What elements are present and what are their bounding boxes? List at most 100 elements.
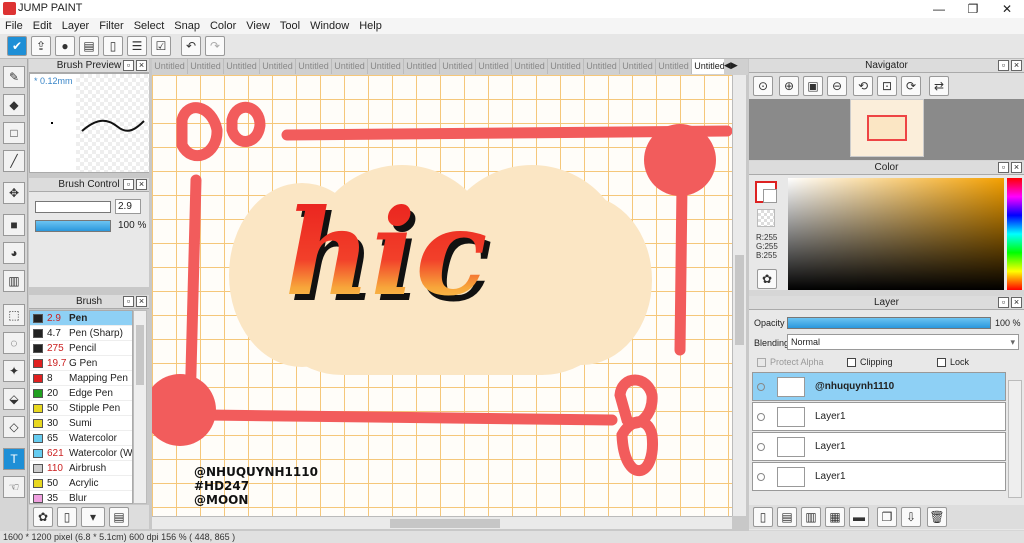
document-tab[interactable]: Untitled — [584, 59, 620, 74]
gradient-tool-icon[interactable]: ▥ — [3, 270, 25, 292]
document-tab[interactable]: Untitled — [440, 59, 476, 74]
document-tab[interactable]: Untitled — [692, 59, 728, 74]
eraser-tool-icon[interactable]: ◆ — [3, 94, 25, 116]
brush-size-input[interactable]: 2.9 — [115, 199, 141, 214]
brush-settings-icon[interactable]: ✿ — [33, 507, 53, 527]
panel-close-icon[interactable]: × — [136, 296, 147, 307]
document-tab[interactable]: Untitled — [512, 59, 548, 74]
flip-icon[interactable]: ⇄ — [929, 76, 949, 96]
rotate-left-icon[interactable]: ⟲ — [853, 76, 873, 96]
layer-row[interactable]: Layer1 — [752, 432, 1006, 461]
panel-close-icon[interactable]: × — [1011, 297, 1022, 308]
float-icon[interactable]: ▫ — [998, 297, 1009, 308]
menu-help[interactable]: Help — [354, 18, 387, 34]
visibility-icon[interactable] — [757, 443, 765, 451]
float-icon[interactable]: ▫ — [998, 162, 1009, 173]
saturation-value-picker[interactable] — [788, 178, 1004, 290]
new-layer-8bit-icon[interactable]: ▤ — [777, 507, 797, 527]
brush-item[interactable]: 110 Airbrush — [30, 461, 132, 476]
brush-item[interactable]: 621 Watercolor (We — [30, 446, 132, 461]
panel-close-icon[interactable]: × — [136, 179, 147, 190]
brush-item[interactable]: 19.7 G Pen — [30, 356, 132, 371]
canvas-vertical-scrollbar[interactable] — [732, 75, 746, 516]
panel-close-icon[interactable]: × — [1011, 162, 1022, 173]
panel-close-icon[interactable]: × — [136, 60, 147, 71]
minimize-button[interactable]: — — [922, 0, 956, 18]
magic-wand-tool-icon[interactable]: ✦ — [3, 360, 25, 382]
rect-select-tool-icon[interactable]: ⬚ — [3, 304, 25, 326]
menu-color[interactable]: Color — [205, 18, 241, 34]
layer-opacity-slider[interactable] — [787, 317, 991, 329]
panel-close-icon[interactable]: × — [1011, 60, 1022, 71]
fill-rect-tool-icon[interactable]: ■ — [3, 214, 25, 236]
brush-item[interactable]: 50 Acrylic — [30, 476, 132, 491]
document-tab[interactable]: Untitled — [188, 59, 224, 74]
document-tab[interactable]: Untitled — [260, 59, 296, 74]
new-brush-icon[interactable]: ▯ — [57, 507, 77, 527]
document-tab[interactable]: Untitled — [224, 59, 260, 74]
transparent-swatch[interactable] — [757, 209, 775, 227]
tab-right-icon[interactable]: ▶ — [731, 60, 738, 70]
move-tool-icon[interactable]: ✥ — [3, 182, 25, 204]
menu-snap[interactable]: Snap — [169, 18, 205, 34]
brush-opacity-slider[interactable] — [35, 220, 111, 232]
canvas-horizontal-scrollbar[interactable] — [152, 516, 732, 529]
blending-select[interactable]: Normal ▾ — [787, 334, 1019, 350]
visibility-icon[interactable] — [757, 473, 765, 481]
layer-row[interactable]: Layer1 — [752, 462, 1006, 491]
protect-alpha-checkbox[interactable] — [757, 358, 766, 367]
document-tab[interactable]: Untitled — [152, 59, 188, 74]
visibility-icon[interactable] — [757, 383, 765, 391]
text-tool-icon[interactable]: T — [3, 448, 25, 470]
color-picker-icon[interactable]: ✿ — [757, 269, 777, 289]
navigator-view[interactable] — [749, 99, 1024, 160]
zoom-in-icon[interactable]: ⊕ — [779, 76, 799, 96]
brush-item[interactable]: 35 Blur — [30, 491, 132, 503]
document-tab[interactable]: Untitled — [368, 59, 404, 74]
message-icon[interactable]: ▤ — [79, 36, 99, 56]
bucket-tool-icon[interactable]: ◕ — [3, 242, 25, 264]
hand-tool-icon[interactable]: ☜ — [3, 476, 25, 498]
new-halftone-layer-icon[interactable]: ▦ — [825, 507, 845, 527]
brush-item[interactable]: 4.7 Pen (Sharp) — [30, 326, 132, 341]
lasso-tool-icon[interactable]: ◌ — [3, 332, 25, 354]
document-tab[interactable]: Untitled — [332, 59, 368, 74]
undo-icon[interactable]: ↶ — [181, 36, 201, 56]
rotate-right-icon[interactable]: ⟳ — [901, 76, 921, 96]
brush-item[interactable]: 30 Sumi — [30, 416, 132, 431]
shape-tool-icon[interactable]: □ — [3, 122, 25, 144]
hue-slider[interactable] — [1007, 178, 1022, 290]
brush-item[interactable]: 8 Mapping Pen — [30, 371, 132, 386]
document-tab[interactable]: Untitled — [296, 59, 332, 74]
new-folder-icon[interactable]: ▬ — [849, 507, 869, 527]
delete-layer-icon[interactable]: 🗑 — [927, 507, 947, 527]
export-icon[interactable]: ⇪ — [31, 36, 51, 56]
drawing-canvas[interactable]: hic hic @NHUQUYNH1110 #HD247 @MOON — [152, 75, 732, 516]
page-icon[interactable]: ▯ — [103, 36, 123, 56]
brush-list-scrollbar[interactable] — [133, 310, 147, 504]
select-eraser-tool-icon[interactable]: ◇ — [3, 416, 25, 438]
zoom-actual-icon[interactable]: ▣ — [803, 76, 823, 96]
zoom-out-icon[interactable]: ⊖ — [827, 76, 847, 96]
duplicate-layer-icon[interactable]: ❐ — [877, 507, 897, 527]
menu-select[interactable]: Select — [129, 18, 170, 34]
document-tab[interactable]: Untitled — [476, 59, 512, 74]
float-icon[interactable]: ▫ — [123, 60, 134, 71]
menu-edit[interactable]: Edit — [28, 18, 57, 34]
brush-item[interactable]: 65 Watercolor — [30, 431, 132, 446]
clipping-checkbox[interactable] — [847, 358, 856, 367]
menu-window[interactable]: Window — [305, 18, 354, 34]
brush-copy-icon[interactable]: ▤ — [109, 507, 129, 527]
brush-size-slider[interactable] — [35, 201, 111, 213]
brush-tool-icon[interactable]: ✎ — [3, 66, 25, 88]
select-pen-tool-icon[interactable]: ⬙ — [3, 388, 25, 410]
menu-tool[interactable]: Tool — [275, 18, 305, 34]
layer-row[interactable]: Layer1 — [752, 402, 1006, 431]
list-icon[interactable]: ☰ — [127, 36, 147, 56]
checklist-icon[interactable]: ☑ — [151, 36, 171, 56]
new-layer-1bit-icon[interactable]: ▥ — [801, 507, 821, 527]
tab-left-icon[interactable]: ◀ — [724, 60, 731, 70]
new-layer-icon[interactable]: ▯ — [753, 507, 773, 527]
float-icon[interactable]: ▫ — [998, 60, 1009, 71]
menu-layer[interactable]: Layer — [57, 18, 95, 34]
